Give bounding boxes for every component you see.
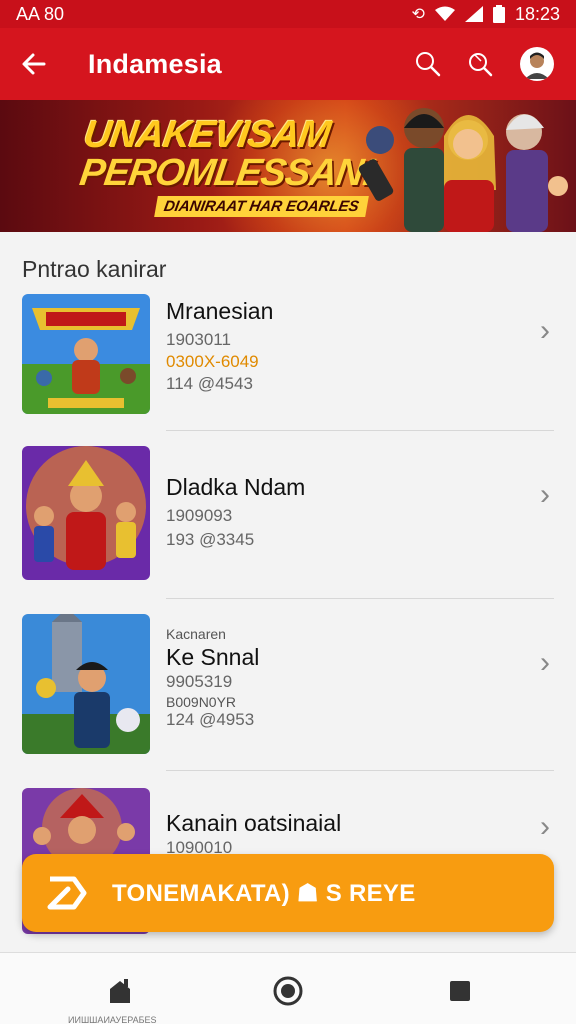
item-subtitle: 1903011 — [166, 330, 231, 349]
home-icon — [110, 979, 130, 1003]
page-title: Indamesia — [88, 48, 222, 79]
search-button[interactable] — [402, 38, 454, 90]
nav-home[interactable] — [100, 971, 140, 1011]
play-icon — [22, 873, 112, 913]
banner-headline-1: UNAKEVISAM — [81, 114, 333, 156]
item-subtitle: 9905319 — [166, 672, 233, 691]
back-arrow-icon — [22, 53, 46, 75]
nav-square[interactable] — [440, 971, 480, 1011]
item-title: Ke Snnal — [166, 644, 260, 670]
nav-circle[interactable] — [268, 971, 308, 1011]
status-time: 18:23 — [514, 3, 560, 24]
item-category: Kacnaren — [166, 626, 226, 642]
chevron-right-icon: › — [540, 478, 550, 511]
game-thumbnail — [22, 446, 150, 580]
cta-label: TONEMAKATA) ☗ S REYE — [112, 879, 416, 907]
signal-icon — [464, 6, 483, 22]
back-button[interactable] — [0, 28, 68, 100]
app-bar: Indamesia — [0, 28, 576, 100]
chevron-right-icon: › — [540, 810, 550, 843]
wifi-icon — [434, 6, 455, 21]
square-icon — [450, 981, 470, 1001]
item-subtitle: 1909093 — [166, 506, 233, 525]
item-title: Dladka Ndam — [166, 474, 306, 500]
item-meta: 193 @3345 — [166, 530, 255, 549]
search-alt-button[interactable] — [454, 38, 506, 90]
banner-headline-2: PEROMLESSAN! — [77, 152, 378, 194]
list-item[interactable]: Mranesian 1903011 0300X-6049 114 @4543 › — [22, 294, 554, 454]
avatar[interactable] — [520, 47, 554, 81]
bottom-nav: ИИШШАИАУЕРАБЕS — [0, 952, 576, 1024]
status-icons: ⟲ 18:23 — [412, 4, 560, 25]
list-item[interactable]: Kacnaren Ke Snnal 9905319 B009N0YR 124 @… — [22, 614, 554, 774]
list-item[interactable]: Dladka Ndam 1909093 193 @3345 › — [22, 446, 554, 606]
chevron-right-icon: › — [540, 646, 550, 679]
item-code: B009N0YR — [166, 694, 237, 710]
status-bar: AA 80 ⟲ 18:23 — [0, 0, 576, 28]
status-left-text: AA 80 — [16, 3, 65, 24]
battery-icon — [492, 5, 505, 23]
game-thumbnail — [22, 294, 150, 414]
sync-icon: ⟲ — [411, 6, 425, 23]
nav-caption: ИИШШАИАУЕРАБЕS — [68, 1015, 157, 1024]
avatar-icon — [525, 52, 549, 79]
item-highlight: 0300X-6049 — [166, 352, 259, 371]
game-thumbnail — [22, 614, 150, 754]
banner-heroes-art — [358, 108, 568, 232]
banner-tagline: DIANIRAAT HAR EOARLES — [154, 196, 369, 217]
promo-banner[interactable]: UNAKEVISAM PEROMLESSAN! DIANIRAAT HAR EO… — [0, 100, 576, 232]
search-alt-icon — [469, 53, 493, 77]
divider — [166, 430, 554, 431]
chevron-right-icon: › — [540, 314, 550, 347]
item-title: Kanain oatsinaial — [166, 810, 342, 836]
circle-icon — [273, 976, 303, 1006]
divider — [166, 770, 554, 771]
search-icon — [416, 52, 441, 77]
play-cta-button[interactable]: TONEMAKATA) ☗ S REYE — [22, 854, 554, 932]
item-title: Mranesian — [166, 298, 274, 324]
divider — [166, 598, 554, 599]
section-title: Pntrao kanirar — [22, 256, 167, 282]
item-meta: 114 @4543 — [166, 374, 253, 393]
item-meta: 124 @4953 — [166, 710, 255, 729]
